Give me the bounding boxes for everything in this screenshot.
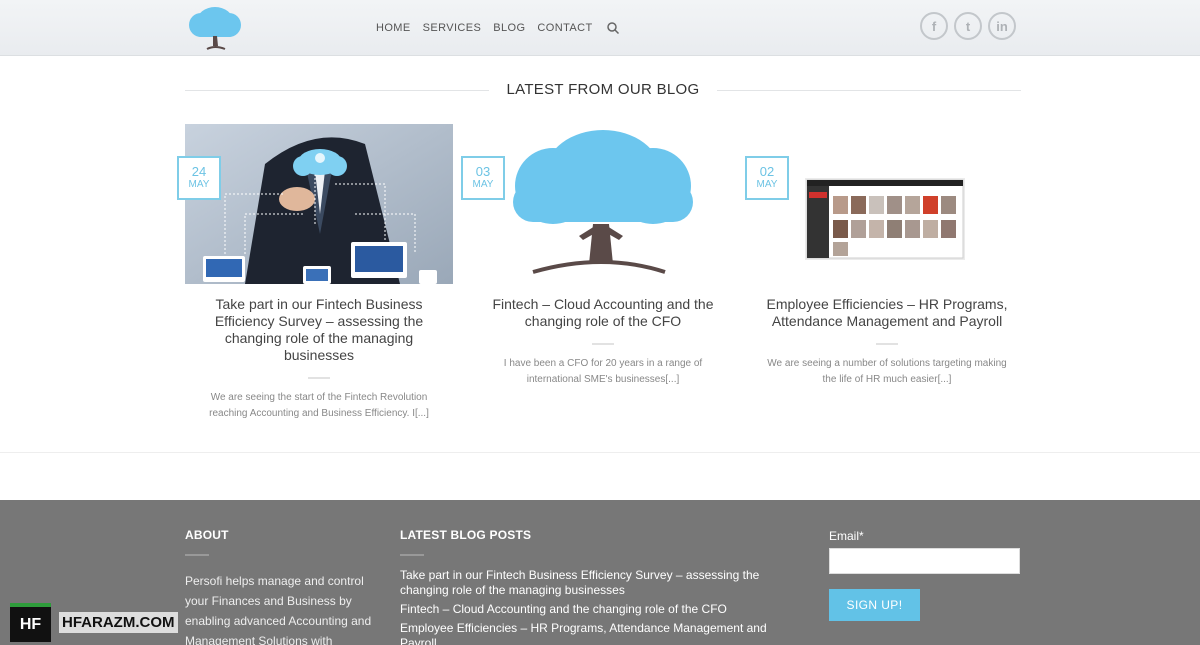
footer-post-link[interactable]: Fintech – Cloud Accounting and the chang… bbox=[400, 602, 790, 617]
post-title[interactable]: Fintech – Cloud Accounting and the chang… bbox=[469, 296, 737, 330]
nav-home[interactable]: HOME bbox=[376, 22, 411, 34]
date-month: MAY bbox=[472, 179, 494, 190]
post-title[interactable]: Employee Efficiencies – HR Programs, Att… bbox=[753, 296, 1021, 330]
footer-post-link[interactable]: Employee Efficiencies – HR Programs, Att… bbox=[400, 621, 790, 645]
social-links: f t in bbox=[920, 12, 1022, 40]
blog-section-header: LATEST FROM OUR BLOG bbox=[185, 80, 1021, 100]
date-badge: 02 MAY bbox=[745, 156, 789, 200]
nav-services[interactable]: SERVICES bbox=[423, 22, 482, 34]
blog-section-title: LATEST FROM OUR BLOG bbox=[506, 81, 700, 98]
date-day: 03 bbox=[475, 164, 491, 179]
site-footer: ABOUT Persofi helps manage and control y… bbox=[0, 500, 1200, 645]
search-icon[interactable] bbox=[606, 21, 620, 35]
date-badge: 24 MAY bbox=[177, 156, 221, 200]
post-excerpt: We are seeing a number of solutions targ… bbox=[767, 358, 1007, 385]
logo-tree-icon[interactable] bbox=[185, 3, 245, 51]
date-badge: 03 MAY bbox=[461, 156, 505, 200]
footer-about-title: ABOUT bbox=[185, 528, 229, 542]
site-header: HOME SERVICES BLOG CONTACT f t in bbox=[0, 0, 1200, 56]
post-excerpt: I have been a CFO for 20 years in a rang… bbox=[503, 358, 703, 385]
footer-post-list: Take part in our Fintech Business Effici… bbox=[400, 568, 790, 645]
email-field[interactable] bbox=[829, 548, 1020, 574]
blog-card[interactable]: 02 MAY Employee Efficiencies – HR Progra… bbox=[745, 124, 1021, 388]
footer-separator bbox=[185, 554, 209, 556]
date-month: MAY bbox=[756, 179, 778, 190]
watermark-text: HFARAZM.COM bbox=[59, 612, 178, 633]
footer-about: ABOUT Persofi helps manage and control y… bbox=[185, 528, 381, 645]
watermark: HF HFARAZM.COM bbox=[10, 603, 178, 642]
date-month: MAY bbox=[188, 179, 210, 190]
title-separator bbox=[592, 343, 614, 345]
post-excerpt: We are seeing the start of the Fintech R… bbox=[209, 392, 429, 419]
nav-contact[interactable]: CONTACT bbox=[537, 22, 592, 34]
title-separator bbox=[876, 343, 898, 345]
main-nav: HOME SERVICES BLOG CONTACT bbox=[376, 21, 620, 35]
footer-posts-title: LATEST BLOG POSTS bbox=[400, 528, 532, 542]
post-image-hr-screenshot[interactable] bbox=[753, 124, 1021, 284]
blog-card[interactable]: 03 MAY Fintech – Cloud Accounting and th… bbox=[461, 124, 737, 388]
watermark-logo: HF bbox=[10, 603, 51, 642]
title-separator bbox=[308, 377, 330, 379]
footer-about-text: Persofi helps manage and control your Fi… bbox=[185, 574, 372, 645]
footer-post-link[interactable]: Take part in our Fintech Business Effici… bbox=[400, 568, 790, 598]
blog-card[interactable]: 24 MAY Take part in our Fintech Business… bbox=[177, 124, 453, 422]
post-title[interactable]: Take part in our Fintech Business Effici… bbox=[185, 296, 453, 364]
nav-blog[interactable]: BLOG bbox=[493, 22, 525, 34]
post-image-business-cloud[interactable] bbox=[185, 124, 453, 284]
footer-latest-posts: LATEST BLOG POSTS Take part in our Finte… bbox=[400, 528, 790, 645]
post-image-cloud-tree[interactable] bbox=[469, 124, 737, 284]
footer-newsletter: Email* SIGN UP! bbox=[829, 527, 1020, 621]
email-label: Email* bbox=[829, 529, 864, 543]
date-day: 02 bbox=[759, 164, 775, 179]
twitter-icon[interactable]: t bbox=[954, 12, 982, 40]
date-day: 24 bbox=[191, 164, 207, 179]
facebook-icon[interactable]: f bbox=[920, 12, 948, 40]
linkedin-icon[interactable]: in bbox=[988, 12, 1016, 40]
section-divider bbox=[0, 452, 1200, 453]
footer-separator bbox=[400, 554, 424, 556]
signup-button[interactable]: SIGN UP! bbox=[829, 589, 920, 621]
